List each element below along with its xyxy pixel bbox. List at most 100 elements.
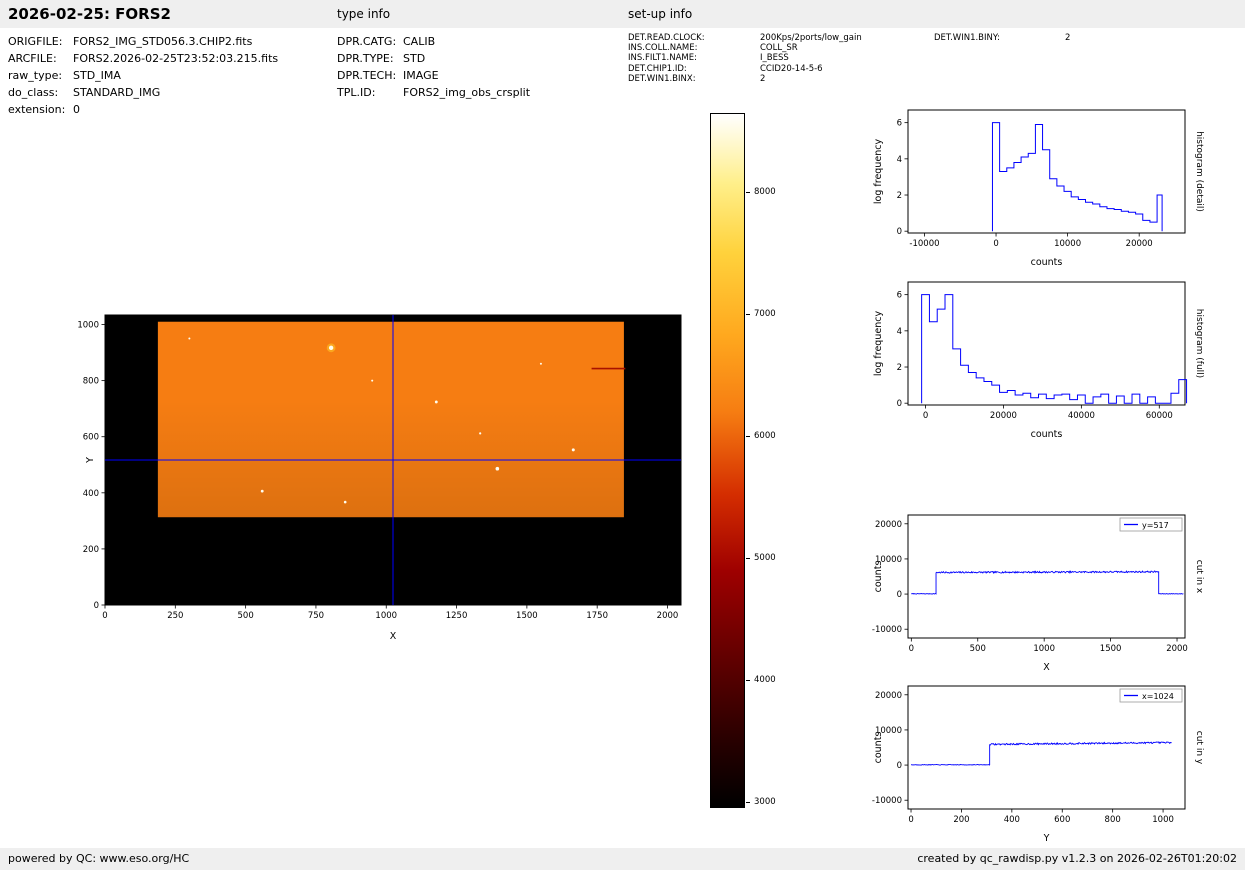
meta-label: DET.CHIP1.ID: (628, 63, 687, 74)
tick-label: 1500 (1100, 644, 1122, 654)
colorbar-tick-label: 8000 (754, 187, 776, 198)
colorbar: 3000 4000 5000 6000 7000 8000 (710, 113, 810, 808)
meta-value: 200Kps/2ports/low_gain (760, 33, 862, 43)
tick-label: 250 (167, 611, 183, 621)
star (188, 337, 191, 340)
y-axis-label: counts (873, 732, 884, 764)
footer-powered-by: powered by QC: www.eso.org/HC (8, 852, 190, 865)
qc-report-page: 2026-02-25: FORS2 type info set-up info … (0, 0, 1245, 870)
tick-label: 20000 (875, 691, 902, 701)
meta-row: TPL.ID: FORS2_img_obs_crsplit (337, 84, 530, 101)
histogram-step-line (921, 294, 1188, 404)
meta-label: DET.WIN1.BINX: (628, 73, 696, 84)
legend-label: x=1024 (1142, 692, 1174, 701)
plot-histogram_full-svg: 0 20000 40000 60000 0 2 4 6 counts log frequency h… (873, 281, 1204, 440)
meta-row: DPR.CATG: CALIB (337, 33, 530, 50)
meta-label: raw_type: (8, 69, 63, 82)
colorbar-tick (746, 314, 750, 316)
star (343, 500, 347, 504)
tick-label: 0 (908, 815, 913, 825)
plot-detector_image-svg: 0 250 500 750 1000 1250 1500 1750 2000 0 200 400 600… (77, 314, 682, 642)
tick-label: 2000 (657, 611, 679, 621)
tick-label: 0 (94, 601, 99, 611)
histogram-full-plot: 0 20000 40000 60000 0 2 4 6 counts log frequency h… (870, 272, 1245, 452)
tick-label: 1000 (1152, 815, 1174, 825)
header-bar: 2026-02-25: FORS2 type info set-up info (0, 0, 1245, 28)
meta-row: INS.COLL.NAME: COLL_SR (628, 43, 862, 53)
tick-label: 200 (953, 815, 969, 825)
meta-value: I_BESS (760, 53, 789, 64)
setup-info-block: DET.READ.CLOCK: 200Kps/2ports/low_gain IN… (628, 33, 862, 84)
plot-cut_in_y-svg: 0 200 400 600 800 1000-1000001000020000Ycount… (872, 685, 1204, 844)
setup-info-block-right: DET.WIN1.BINY: 2 (934, 33, 1070, 43)
meta-row: ORIGFILE: FORS2_IMG_STD056.3.CHIP2.fits (8, 33, 278, 50)
colorbar-tick-label: 6000 (754, 431, 776, 442)
cut-line (910, 741, 1172, 766)
meta-value: COLL_SR (760, 43, 798, 54)
tick-label: 0 (923, 411, 928, 421)
plot-frame (907, 109, 1186, 234)
legend-label: y=517 (1142, 521, 1169, 530)
x-axis-label: counts (1031, 257, 1063, 268)
tick-label: 800 (1105, 815, 1121, 825)
meta-label: DPR.TECH: (337, 69, 397, 82)
tick-label: 400 (83, 489, 99, 499)
meta-label: INS.FILT1.NAME: (628, 53, 697, 64)
meta-value: FORS2_IMG_STD056.3.CHIP2.fits (73, 35, 253, 48)
meta-row: raw_type: STD_IMA (8, 67, 278, 84)
meta-value: 0 (73, 103, 80, 116)
colorbar-tick (746, 192, 750, 194)
meta-label: ARCFILE: (8, 52, 57, 65)
star (328, 345, 334, 351)
meta-label: DET.READ.CLOCK: (628, 33, 705, 43)
tick-label: 0 (897, 590, 902, 600)
meta-value: IMAGE (403, 69, 439, 82)
type-info-heading: type info (337, 7, 391, 21)
plot-frame (907, 685, 1186, 810)
meta-row: extension: 0 (8, 101, 278, 118)
tick-label: 0 (102, 611, 107, 621)
tick-label: 20000 (875, 520, 902, 530)
tick-label: 40000 (1068, 411, 1095, 421)
star (479, 432, 482, 435)
tick-label: 4 (897, 327, 902, 337)
tick-label: -10000 (909, 239, 939, 249)
tick-label: -10000 (872, 625, 902, 635)
meta-row: DET.WIN1.BINX: 2 (628, 74, 862, 84)
tick-label: 6 (897, 119, 902, 129)
plot-frame (907, 281, 1186, 406)
cut-in-y-plot: 0 200 400 600 800 1000 -10000 0 10000 20000 Ycount… (870, 676, 1245, 856)
meta-value: 2 (1065, 33, 1071, 43)
meta-row: DPR.TYPE: STD (337, 50, 530, 67)
illuminated-region-shade (157, 321, 624, 518)
tick-label: 600 (83, 433, 99, 443)
meta-label: do_class: (8, 86, 59, 99)
tick-label: 1000 (1033, 644, 1055, 654)
tick-label: 1500 (516, 611, 538, 621)
tick-label: 2 (897, 191, 902, 201)
tick-label: 750 (308, 611, 324, 621)
meta-label: DET.WIN1.BINY: (934, 33, 1000, 43)
meta-row: DET.WIN1.BINY: 2 (934, 33, 1070, 43)
right-axis-label: histogram (detail) (1194, 131, 1204, 212)
x-axis-label: Y (1043, 833, 1050, 844)
tick-label: 0 (897, 399, 902, 409)
x-axis-label: X (1043, 662, 1050, 673)
star (260, 489, 264, 493)
meta-value: CALIB (403, 35, 436, 48)
right-axis-label: histogram (full) (1194, 309, 1204, 378)
right-axis-label: cut in x (1194, 560, 1204, 594)
histogram-detail-plot: -10000 0 10000 20000 0 2 4 6 counts log frequency… (870, 100, 1245, 280)
star (434, 400, 438, 404)
tick-label: 0 (909, 644, 914, 654)
meta-row: do_class: STANDARD_IMG (8, 84, 278, 101)
colorbar-tick-label: 5000 (754, 553, 776, 563)
meta-row: DPR.TECH: IMAGE (337, 67, 530, 84)
tick-label: -10000 (872, 796, 902, 806)
tick-label: 0 (897, 227, 902, 237)
meta-value: FORS2_img_obs_crsplit (403, 86, 531, 99)
tick-label: 6 (897, 291, 902, 301)
tick-label: 2 (897, 363, 902, 373)
star (495, 466, 500, 471)
meta-label: ORIGFILE: (8, 35, 63, 48)
